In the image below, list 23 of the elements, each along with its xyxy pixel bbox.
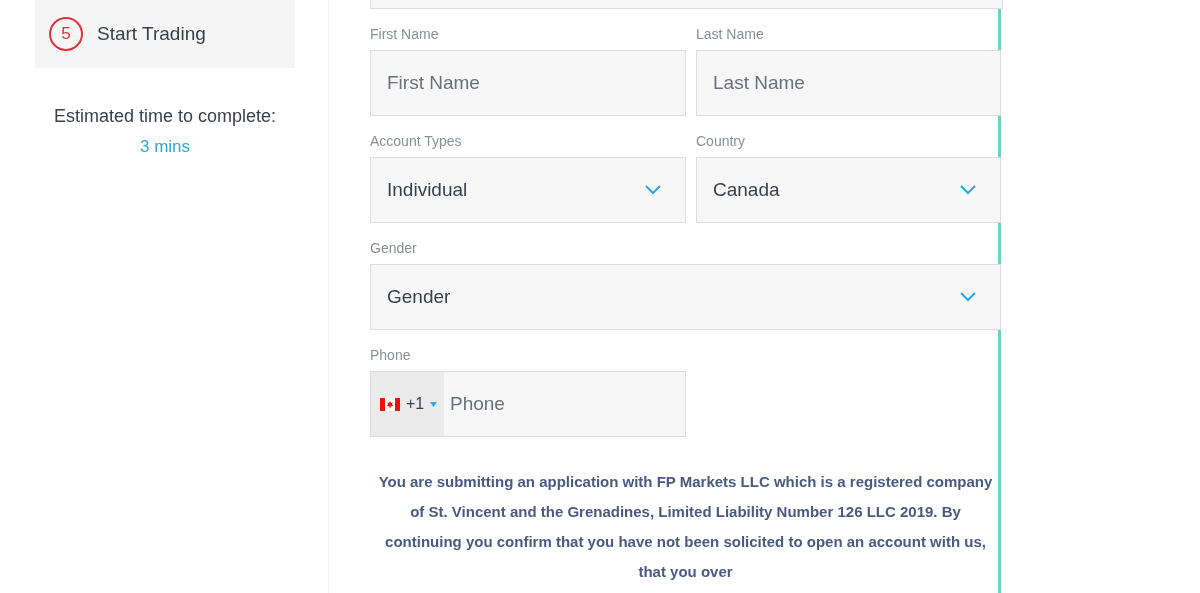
estimate-value: 3 mins: [138, 137, 192, 157]
field-label: Phone: [370, 347, 412, 363]
country-code-picker[interactable]: +1: [371, 372, 444, 436]
step-item[interactable]: 5 Start Trading: [35, 0, 295, 68]
field-label: First Name: [370, 26, 440, 42]
dropdown-field[interactable]: Individual: [370, 157, 686, 223]
input-field[interactable]: Last Name: [696, 50, 1001, 116]
chevron-down-icon: [960, 185, 976, 195]
estimate-label: Estimated time to complete:: [52, 106, 278, 127]
input-field[interactable]: First Name: [370, 50, 686, 116]
field-label: Account Types: [370, 133, 463, 149]
step-number: 5: [49, 17, 83, 51]
chevron-down-icon: [960, 292, 976, 302]
field-label: Gender: [370, 240, 418, 256]
dropdown-field[interactable]: Canada: [696, 157, 1001, 223]
field-label: Last Name: [696, 26, 765, 42]
chevron-down-icon: [645, 185, 661, 195]
caret-down-icon: [430, 401, 438, 407]
flag-icon: [380, 397, 400, 411]
notice-text: You are submitting an application with FP Markets LLC which is a registered company of St. Vincent and the Grenadines, Limited Liability Number 126 LLC 2019. By continuing you confirm that you have not been solicited to open an account with us, that you over: [377, 472, 994, 582]
phone-field[interactable]: +1 Phone: [370, 371, 686, 437]
field-label: Country: [696, 133, 747, 149]
dropdown-field[interactable]: Gender: [370, 264, 1001, 330]
